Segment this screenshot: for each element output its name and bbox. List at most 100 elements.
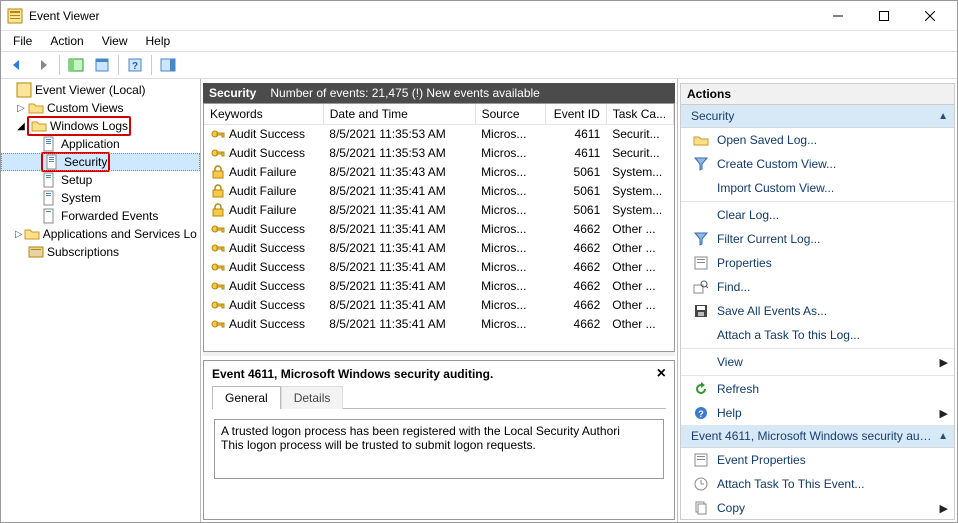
maximize-button[interactable] (861, 1, 907, 31)
cell-taskcat: Other ... (606, 258, 673, 277)
action-find[interactable]: Find... (681, 275, 954, 299)
action-properties[interactable]: Properties (681, 251, 954, 275)
col-keywords[interactable]: Keywords (204, 104, 323, 125)
properties-icon (693, 452, 709, 468)
tree-pane: Event Viewer (Local) ▷ Custom Views ◢ Wi… (1, 79, 201, 522)
minimize-button[interactable] (815, 1, 861, 31)
main-area: Event Viewer (Local) ▷ Custom Views ◢ Wi… (1, 79, 957, 522)
tab-details[interactable]: Details (281, 386, 344, 409)
log-icon (42, 172, 58, 188)
cell-source: Micros... (475, 182, 545, 201)
action-open-saved-log[interactable]: Open Saved Log... (681, 128, 954, 152)
tree-application[interactable]: Application (1, 135, 200, 153)
tree-security[interactable]: Security (1, 153, 200, 171)
action-help[interactable]: ?Help▶ (681, 401, 954, 425)
close-button[interactable] (907, 1, 953, 31)
action-event-copy[interactable]: Copy▶ (681, 496, 954, 520)
action-attach-task[interactable]: Attach a Task To this Log... (681, 323, 954, 347)
event-grid[interactable]: Keywords Date and Time Source Event ID T… (203, 103, 675, 352)
cell-datetime: 8/5/2021 11:35:41 AM (323, 296, 475, 315)
action-filter-log[interactable]: Filter Current Log... (681, 227, 954, 251)
show-hide-action-pane-button[interactable] (156, 54, 180, 76)
cell-keywords: Audit Success (229, 241, 305, 255)
section-label: Security (691, 109, 734, 123)
menu-action[interactable]: Action (42, 32, 91, 50)
action-create-custom-view[interactable]: Create Custom View... (681, 152, 954, 176)
actions-section-security[interactable]: Security ▲ (681, 105, 954, 128)
cell-source: Micros... (475, 125, 545, 144)
action-event-properties[interactable]: Event Properties (681, 448, 954, 472)
back-button[interactable] (5, 54, 29, 76)
table-row[interactable]: Audit Success8/5/2021 11:35:41 AMMicros.… (204, 296, 674, 315)
action-save-all[interactable]: Save All Events As... (681, 299, 954, 323)
tree-custom-views[interactable]: ▷ Custom Views (1, 99, 200, 117)
tree-label: Security (64, 155, 107, 169)
action-import-custom-view[interactable]: Import Custom View... (681, 176, 954, 200)
tree-label: Subscriptions (47, 245, 119, 259)
table-row[interactable]: Audit Success8/5/2021 11:35:53 AMMicros.… (204, 125, 674, 144)
horizontal-splitter[interactable] (203, 352, 675, 356)
detail-line2: This logon process will be trusted to su… (221, 438, 657, 452)
tree-root[interactable]: Event Viewer (Local) (1, 81, 200, 99)
table-row[interactable]: Audit Success8/5/2021 11:35:41 AMMicros.… (204, 258, 674, 277)
tab-general[interactable]: General (212, 386, 281, 409)
help-toolbar-button[interactable]: ? (123, 54, 147, 76)
detail-text[interactable]: A trusted logon process has been registe… (214, 419, 664, 479)
filter-icon (693, 231, 709, 247)
cell-source: Micros... (475, 239, 545, 258)
cell-eventid: 4662 (546, 296, 607, 315)
action-clear-log[interactable]: Clear Log... (681, 203, 954, 227)
cell-datetime: 8/5/2021 11:35:41 AM (323, 182, 475, 201)
action-event-attach-task[interactable]: Attach Task To This Event... (681, 472, 954, 496)
toolbar-divider (118, 55, 119, 75)
tree-setup[interactable]: Setup (1, 171, 200, 189)
tree-forwarded[interactable]: Forwarded Events (1, 207, 200, 225)
table-row[interactable]: Audit Success8/5/2021 11:35:41 AMMicros.… (204, 220, 674, 239)
cell-eventid: 5061 (546, 163, 607, 182)
collapse-icon: ▲ (938, 111, 948, 122)
detail-close-button[interactable]: × (657, 369, 666, 379)
menu-help[interactable]: Help (138, 32, 179, 50)
task-icon (693, 476, 709, 492)
detail-scrollbar[interactable] (214, 495, 664, 511)
action-refresh[interactable]: Refresh (681, 377, 954, 401)
cell-eventid: 5061 (546, 182, 607, 201)
expand-icon[interactable]: ▷ (15, 103, 27, 114)
tree-subscriptions[interactable]: Subscriptions (1, 243, 200, 261)
show-hide-tree-button[interactable] (64, 54, 88, 76)
table-row[interactable]: Audit Success8/5/2021 11:35:41 AMMicros.… (204, 239, 674, 258)
cell-source: Micros... (475, 296, 545, 315)
cell-keywords: Audit Success (229, 279, 305, 293)
collapse-icon[interactable]: ◢ (15, 121, 27, 132)
forward-button[interactable] (31, 54, 55, 76)
col-eventid[interactable]: Event ID (546, 104, 607, 125)
table-row[interactable]: Audit Failure8/5/2021 11:35:41 AMMicros.… (204, 182, 674, 201)
tree-windows-logs[interactable]: ◢ Windows Logs (1, 117, 200, 135)
detail-tabs: General Details (204, 385, 674, 408)
tree-system[interactable]: System (1, 189, 200, 207)
col-taskcat[interactable]: Task Ca... (606, 104, 673, 125)
properties-toolbar-button[interactable] (90, 54, 114, 76)
cell-source: Micros... (475, 277, 545, 296)
menu-file[interactable]: File (5, 32, 40, 50)
key-icon (210, 145, 226, 161)
col-source[interactable]: Source (475, 104, 545, 125)
col-datetime[interactable]: Date and Time (323, 104, 475, 125)
menu-view[interactable]: View (94, 32, 136, 50)
table-row[interactable]: Audit Failure8/5/2021 11:35:41 AMMicros.… (204, 201, 674, 220)
cell-keywords: Audit Success (229, 260, 305, 274)
table-row[interactable]: Audit Success8/5/2021 11:35:41 AMMicros.… (204, 277, 674, 296)
table-row[interactable]: Audit Success8/5/2021 11:35:53 AMMicros.… (204, 144, 674, 163)
action-label: Copy (717, 501, 745, 515)
cell-source: Micros... (475, 163, 545, 182)
table-row[interactable]: Audit Failure8/5/2021 11:35:43 AMMicros.… (204, 163, 674, 182)
tree-label: Forwarded Events (61, 209, 158, 223)
actions-section-event[interactable]: Event 4611, Microsoft Windows security a… (681, 425, 954, 448)
expand-icon[interactable]: ▷ (15, 229, 23, 240)
separator (681, 375, 954, 376)
table-row[interactable]: Audit Success8/5/2021 11:35:41 AMMicros.… (204, 315, 674, 334)
key-icon (210, 240, 226, 256)
action-view[interactable]: View▶ (681, 350, 954, 374)
cell-source: Micros... (475, 258, 545, 277)
tree-apps-services[interactable]: ▷ Applications and Services Lo (1, 225, 200, 243)
